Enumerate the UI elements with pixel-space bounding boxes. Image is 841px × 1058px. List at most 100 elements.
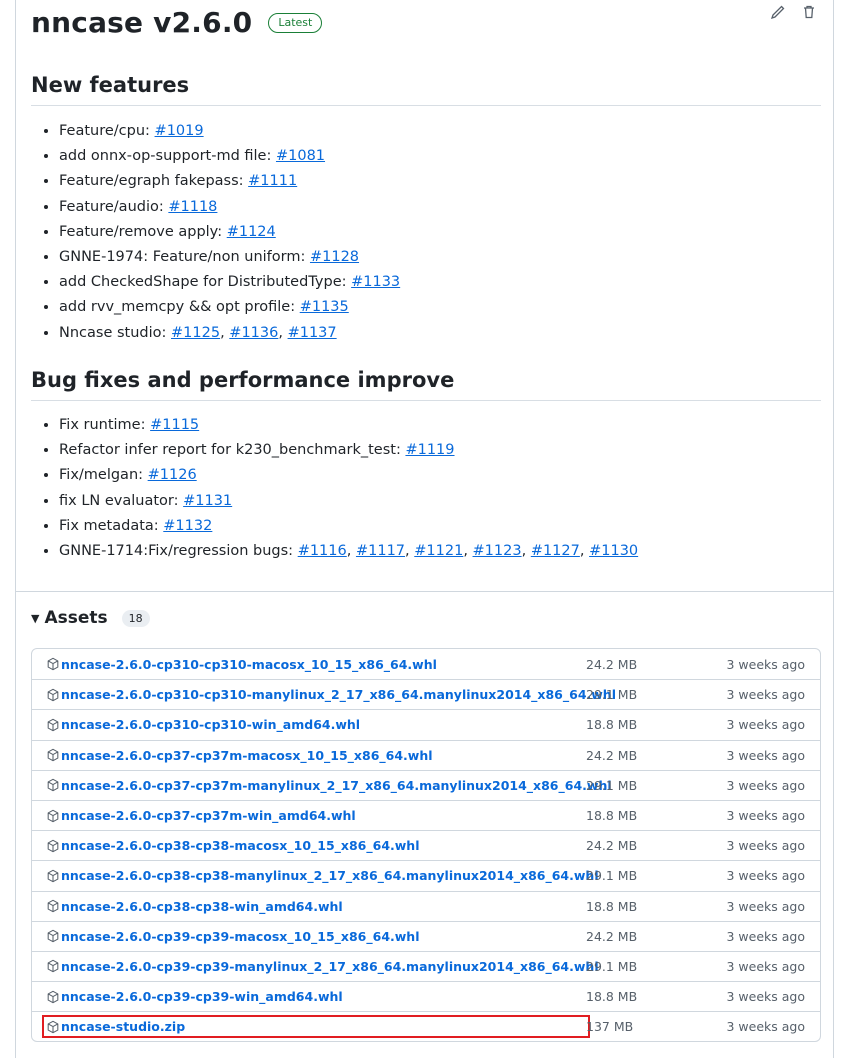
asset-date: 3 weeks ago (726, 808, 806, 824)
pull-request-link[interactable]: #1123 (473, 543, 522, 559)
asset-size: 24.2 MB (586, 747, 638, 763)
pencil-icon[interactable] (770, 4, 786, 20)
feature-item: GNNE-1974: Feature/non uniform: #1128 (59, 245, 400, 270)
feature-item-text: add onnx-op-support-md file: (59, 148, 276, 165)
feature-item-text: Feature/audio: (59, 198, 169, 215)
package-icon (46, 809, 60, 823)
new-features-heading: New features (31, 71, 821, 106)
pull-request-link[interactable]: #1136 (229, 325, 278, 341)
pull-request-link[interactable]: #1081 (276, 148, 325, 164)
asset-download-link[interactable]: nncase-2.6.0-cp310-cp310-macosx_10_15_x8… (46, 657, 586, 672)
pull-request-link[interactable]: #1119 (405, 442, 454, 458)
asset-download-link[interactable]: nncase-2.6.0-cp39-cp39-macosx_10_15_x86_… (46, 929, 586, 944)
asset-download-link[interactable]: nncase-2.6.0-cp310-cp310-manylinux_2_17_… (46, 687, 616, 702)
pull-request-link[interactable]: #1118 (168, 199, 217, 215)
asset-date: 3 weeks ago (726, 838, 806, 854)
link-separator: , (278, 324, 288, 341)
asset-row: nncase-2.6.0-cp39-cp39-macosx_10_15_x86_… (32, 920, 820, 951)
asset-name: nncase-2.6.0-cp38-cp38-macosx_10_15_x86_… (61, 838, 420, 854)
pull-request-link[interactable]: #1115 (150, 417, 199, 433)
link-separator: , (220, 324, 230, 341)
pull-request-link[interactable]: #1131 (183, 493, 232, 509)
pull-request-link[interactable]: #1130 (589, 543, 638, 559)
assets-title: Assets (44, 608, 108, 628)
bugfix-item: GNNE-1714:Fix/regression bugs: #1116, #1… (59, 539, 638, 564)
pull-request-link[interactable]: #1126 (148, 467, 197, 483)
latest-badge: Latest (268, 13, 323, 33)
asset-date: 3 weeks ago (726, 989, 806, 1005)
asset-download-link[interactable]: nncase-2.6.0-cp37-cp37m-manylinux_2_17_x… (46, 778, 612, 793)
release-header: nncase v2.6.0 Latest (31, 4, 323, 42)
bugfix-item: Fix metadata: #1132 (59, 514, 638, 539)
asset-date: 3 weeks ago (726, 777, 806, 793)
divider (16, 591, 834, 592)
asset-download-link[interactable]: nncase-2.6.0-cp38-cp38-win_amd64.whl (46, 899, 586, 914)
pull-request-link[interactable]: #1125 (171, 325, 220, 341)
feature-item: add onnx-op-support-md file: #1081 (59, 144, 400, 169)
pull-request-link[interactable]: #1128 (310, 249, 359, 265)
link-separator: , (346, 542, 356, 559)
asset-size: 18.8 MB (586, 898, 638, 914)
asset-date: 3 weeks ago (726, 928, 806, 944)
caret-down-icon: ▼ (31, 611, 40, 625)
pull-request-link[interactable]: #1111 (248, 173, 297, 189)
asset-date: 3 weeks ago (726, 687, 806, 703)
pull-request-link[interactable]: #1124 (227, 224, 276, 240)
asset-name: nncase-2.6.0-cp39-cp39-win_amd64.whl (61, 989, 343, 1005)
asset-name: nncase-2.6.0-cp310-cp310-win_amd64.whl (61, 717, 361, 733)
asset-download-link[interactable]: nncase-studio.zip (42, 1015, 590, 1039)
asset-download-link[interactable]: nncase-2.6.0-cp39-cp39-win_amd64.whl (46, 989, 586, 1004)
package-icon (46, 1020, 60, 1034)
asset-date: 3 weeks ago (726, 898, 806, 914)
asset-download-link[interactable]: nncase-2.6.0-cp37-cp37m-macosx_10_15_x86… (46, 748, 586, 763)
package-icon (46, 929, 60, 943)
bugfix-item: Fix/melgan: #1126 (59, 463, 638, 488)
package-icon (46, 990, 60, 1004)
asset-download-link[interactable]: nncase-2.6.0-cp38-cp38-macosx_10_15_x86_… (46, 838, 586, 853)
asset-download-link[interactable]: nncase-2.6.0-cp37-cp37m-win_amd64.whl (46, 808, 586, 823)
release-title: nncase v2.6.0 (31, 6, 253, 39)
bugfix-item-text: GNNE-1714:Fix/regression bugs: (59, 542, 298, 559)
asset-name: nncase-2.6.0-cp39-cp39-macosx_10_15_x86_… (61, 928, 420, 944)
pull-request-link[interactable]: #1117 (356, 543, 405, 559)
asset-download-link[interactable]: nncase-2.6.0-cp39-cp39-manylinux_2_17_x8… (46, 959, 599, 974)
asset-size: 18.8 MB (586, 989, 638, 1005)
asset-date: 3 weeks ago (726, 868, 806, 884)
feature-item-text: add rvv_memcpy && opt profile: (59, 299, 300, 316)
asset-download-link[interactable]: nncase-2.6.0-cp310-cp310-win_amd64.whl (46, 717, 586, 732)
bugfix-item-text: Fix/melgan: (59, 467, 148, 484)
asset-download-link[interactable]: nncase-2.6.0-cp38-cp38-manylinux_2_17_x8… (46, 868, 599, 883)
asset-size: 29.1 MB (586, 868, 638, 884)
asset-row: nncase-2.6.0-cp37-cp37m-macosx_10_15_x86… (32, 739, 820, 770)
asset-name: nncase-2.6.0-cp39-cp39-manylinux_2_17_x8… (61, 958, 599, 974)
package-icon (46, 748, 60, 762)
asset-name-cell: nncase-studio.zip (42, 1015, 590, 1039)
pull-request-link[interactable]: #1132 (163, 518, 212, 534)
asset-date: 3 weeks ago (726, 1019, 806, 1035)
asset-row: nncase-2.6.0-cp310-cp310-macosx_10_15_x8… (32, 649, 820, 679)
feature-item-text: Feature/egraph fakepass: (59, 173, 249, 190)
link-separator: , (521, 542, 531, 559)
asset-size: 137 MB (586, 1019, 634, 1035)
asset-name: nncase-2.6.0-cp38-cp38-manylinux_2_17_x8… (61, 868, 599, 884)
assets-toggle[interactable]: ▼ Assets 18 (31, 608, 150, 628)
asset-size: 24.2 MB (586, 656, 638, 672)
bugfix-item-text: Refactor infer report for k230_benchmark… (59, 442, 406, 459)
package-icon (46, 778, 60, 792)
asset-row: nncase-2.6.0-cp37-cp37m-manylinux_2_17_x… (32, 769, 820, 800)
pull-request-link[interactable]: #1133 (351, 274, 400, 290)
pull-request-link[interactable]: #1135 (300, 299, 349, 315)
pull-request-link[interactable]: #1019 (155, 123, 204, 139)
package-icon (46, 899, 60, 913)
pull-request-link[interactable]: #1137 (288, 325, 337, 341)
feature-item: Nncase studio: #1125, #1136, #1137 (59, 321, 400, 346)
pull-request-link[interactable]: #1127 (531, 543, 580, 559)
feature-item-text: Nncase studio: (59, 324, 172, 341)
asset-name: nncase-2.6.0-cp37-cp37m-win_amd64.whl (61, 808, 356, 824)
pull-request-link[interactable]: #1116 (298, 543, 347, 559)
feature-item-text: Feature/remove apply: (59, 223, 227, 240)
package-icon (46, 688, 60, 702)
trash-icon[interactable] (801, 4, 817, 20)
pull-request-link[interactable]: #1121 (414, 543, 463, 559)
asset-date: 3 weeks ago (726, 656, 806, 672)
